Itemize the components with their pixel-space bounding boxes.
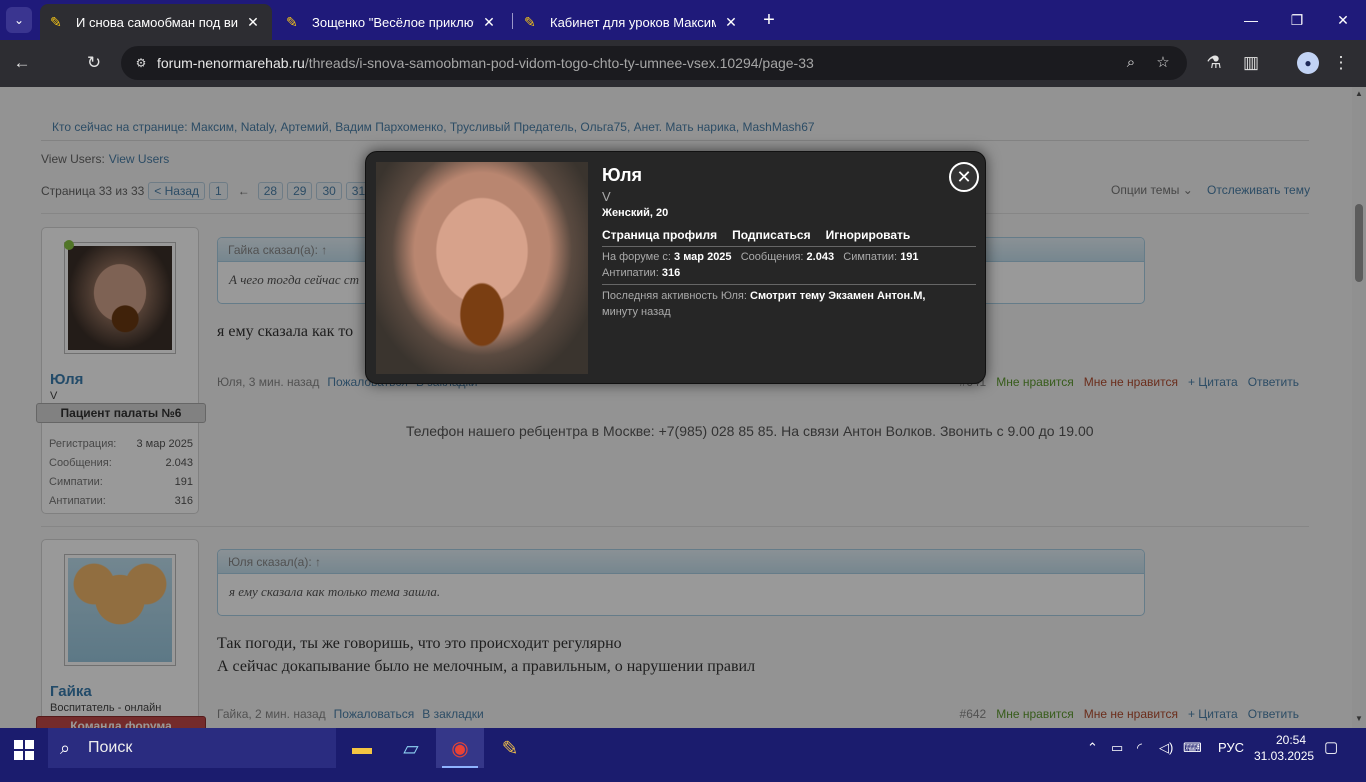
close-tab-icon[interactable]: ✕ (244, 14, 262, 31)
keyboard-icon[interactable]: ⌨ (1183, 728, 1202, 768)
search-placeholder: Поиск (88, 739, 133, 756)
restore-button[interactable]: ❐ (1274, 0, 1320, 40)
new-tab-button[interactable]: + (758, 8, 780, 32)
extensions-icon: ⚗ (1206, 53, 1222, 72)
chrome-icon[interactable]: ◉ (436, 728, 484, 768)
search-icon: ⌕ (60, 738, 71, 758)
notifications-icon[interactable]: ▢ (1324, 728, 1338, 768)
activity-time: минуту назад (602, 306, 671, 318)
member-activity: Последняя активность Юля: Смотрит тему Э… (602, 288, 982, 320)
close-window-button[interactable]: ✕ (1320, 0, 1366, 40)
taskbar-search[interactable]: ⌕ Поиск (48, 728, 336, 768)
activity-thread-link[interactable]: Смотрит тему Экзамен Антон.М, (750, 290, 925, 302)
member-avatar-large (376, 162, 588, 374)
url-text[interactable]: forum-nenormarehab.ru/threads/i-snova-sa… (157, 55, 814, 71)
follow-link[interactable]: Подписаться (732, 228, 810, 242)
member-name[interactable]: Юля (602, 165, 642, 186)
messages-label: Сообщения: (740, 251, 804, 263)
site-favicon-icon: ✎ (286, 14, 298, 30)
likes-value: 191 (900, 251, 919, 263)
site-favicon-icon: ✎ (524, 14, 536, 30)
tab-2[interactable]: ✎ Зощенко "Весёлое приключен ✕ (276, 4, 508, 40)
joined-label: На форуме с: (602, 251, 671, 263)
minimize-icon: — (1244, 12, 1258, 28)
browser-toolbar: ← → ↻ ⚙ forum-nenormarehab.ru/threads/i-… (0, 40, 1366, 768)
windows-start-icon[interactable] (14, 740, 34, 760)
extensions-button[interactable]: ⚗ (1200, 50, 1228, 76)
ignore-link[interactable]: Игнорировать (826, 228, 911, 242)
close-tab-icon[interactable]: ✕ (480, 14, 498, 31)
site-favicon-icon: ✎ (50, 14, 62, 30)
bookmark-star-icon[interactable]: ☆ (1152, 52, 1174, 74)
likes-label: Симпатии: (843, 251, 898, 263)
messages-value[interactable]: 2.043 (807, 251, 835, 263)
activity-label: Последняя активность Юля: (602, 290, 747, 302)
system-clock[interactable]: 20:54 31.03.2025 (1254, 732, 1315, 764)
divider (602, 246, 976, 247)
windows-taskbar: ⌕ Поиск ▬ ▱ ◉ ✎ ⌃ ▭ ◜ ◁) ⌨ РУС 20:54 31.… (0, 728, 1366, 782)
tab-separator (512, 13, 513, 29)
language-indicator[interactable]: РУС (1218, 728, 1244, 768)
kebab-menu-icon: ⋮ (1332, 53, 1350, 72)
url-path: /threads/i-snova-samoobman-pod-vidom-tog… (304, 55, 814, 71)
battery-icon[interactable]: ▭ (1111, 728, 1123, 768)
restore-icon: ❐ (1290, 11, 1304, 28)
plus-icon: + (763, 9, 775, 31)
close-icon: ✕ (956, 167, 972, 187)
address-bar[interactable]: ⚙ forum-nenormarehab.ru/threads/i-snova-… (121, 46, 1187, 80)
minimize-button[interactable]: — (1228, 0, 1274, 40)
browser-titlebar: ⌄ ✎ И снова самообман под видо ✕ ✎ Зощен… (0, 0, 1366, 40)
member-title: V (602, 189, 611, 204)
back-button[interactable]: ← (8, 50, 36, 76)
dislikes-label: Антипатии: (602, 267, 659, 279)
reading-mode-button[interactable]: ▥ (1237, 50, 1265, 76)
book-icon: ▥ (1242, 53, 1260, 72)
clock-date: 31.03.2025 (1254, 749, 1315, 763)
reload-icon: ↻ (86, 53, 102, 72)
tab-title: Кабинет для уроков Максим | (550, 14, 716, 30)
clock-time: 20:54 (1275, 733, 1306, 747)
dislikes-value: 316 (661, 267, 681, 279)
tab-3[interactable]: ✎ Кабинет для уроков Максим | ✕ (514, 4, 750, 40)
user-icon: ● (1304, 56, 1312, 70)
divider (602, 284, 976, 285)
site-info-icon[interactable]: ⚙ (131, 53, 151, 73)
profile-page-link[interactable]: Страница профиля (602, 228, 717, 242)
url-host: forum-nenormarehab.ru (157, 55, 305, 71)
tab-title: И снова самообман под видо (76, 14, 238, 30)
close-popup-button[interactable]: ✕ (949, 162, 979, 192)
arrow-left-icon: ← (13, 53, 31, 72)
joined-value: 3 мар 2025 (674, 251, 732, 263)
tab-search-button[interactable]: ⌄ (6, 7, 32, 33)
menu-button[interactable]: ⋮ (1327, 50, 1355, 76)
member-stats: На форуме с: 3 мар 2025 Сообщения: 2.043… (602, 249, 982, 281)
member-card-popup: Юля V Женский, 20 Страница профиля Подпи… (365, 151, 986, 384)
zoom-icon[interactable]: ⌕ (1120, 52, 1142, 74)
wifi-icon[interactable]: ◜ (1137, 728, 1142, 768)
member-actions: Страница профиля Подписаться Игнорироват… (602, 228, 925, 242)
tab-title: Зощенко "Весёлое приключен (312, 14, 474, 30)
show-hidden-icons[interactable]: ⌃ (1087, 728, 1098, 768)
paint-icon[interactable]: ✎ (486, 728, 534, 768)
close-tab-icon[interactable]: ✕ (722, 14, 740, 31)
reload-button[interactable]: ↻ (80, 50, 108, 76)
tab-1[interactable]: ✎ И снова самообман под видо ✕ (40, 4, 272, 40)
member-gender-age: Женский, 20 (602, 207, 669, 219)
notepad-icon[interactable]: ▱ (387, 728, 435, 768)
chevron-down-icon: ⌄ (13, 13, 25, 27)
volume-icon[interactable]: ◁) (1159, 728, 1173, 768)
close-icon: ✕ (1337, 11, 1349, 28)
profile-button[interactable]: ● (1297, 52, 1319, 74)
file-explorer-icon[interactable]: ▬ (338, 728, 386, 768)
